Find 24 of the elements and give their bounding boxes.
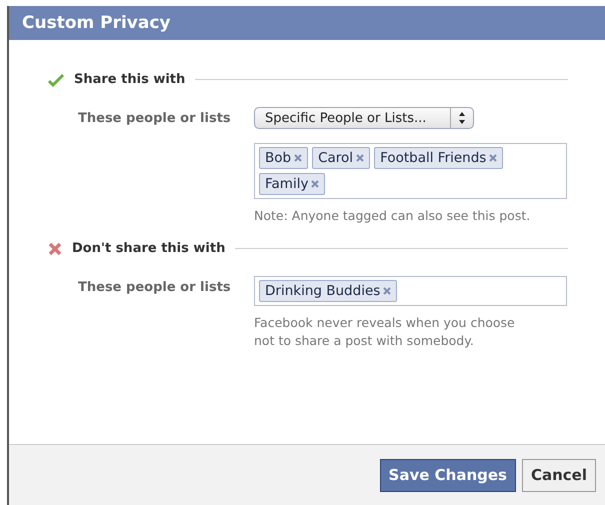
audience-select[interactable]: Specific People or Lists... <box>254 107 474 129</box>
field-label: These people or lists <box>78 279 232 297</box>
check-icon <box>48 72 64 86</box>
remove-icon[interactable] <box>383 287 392 295</box>
remove-icon[interactable] <box>311 180 320 188</box>
token-tag[interactable]: Drinking Buddies <box>259 280 398 302</box>
token-input-field[interactable]: Bob Carol Football Friends Family <box>254 143 567 199</box>
token-tag[interactable]: Family <box>259 173 326 195</box>
remove-icon[interactable] <box>489 154 498 162</box>
field-label: These people or lists <box>78 110 232 128</box>
token-input-field[interactable]: Drinking Buddies <box>254 276 567 306</box>
section-heading: Don't share this with <box>72 241 226 256</box>
note-text: Facebook never reveals when you choose not to share a post with somebody. <box>254 314 516 350</box>
remove-icon[interactable] <box>356 154 364 162</box>
remove-icon[interactable] <box>294 154 302 162</box>
dialog-title: Custom Privacy <box>22 13 171 33</box>
section-heading: Share this with <box>74 72 186 87</box>
token-tag[interactable]: Bob <box>259 147 308 169</box>
token-tag[interactable]: Football Friends <box>374 147 504 169</box>
cross-icon <box>48 242 62 256</box>
cancel-button[interactable]: Cancel <box>522 458 596 492</box>
note-text: Note: Anyone tagged can also see this post. <box>254 207 532 225</box>
save-button[interactable]: Save Changes <box>380 458 516 492</box>
token-tag[interactable]: Carol <box>312 147 370 169</box>
